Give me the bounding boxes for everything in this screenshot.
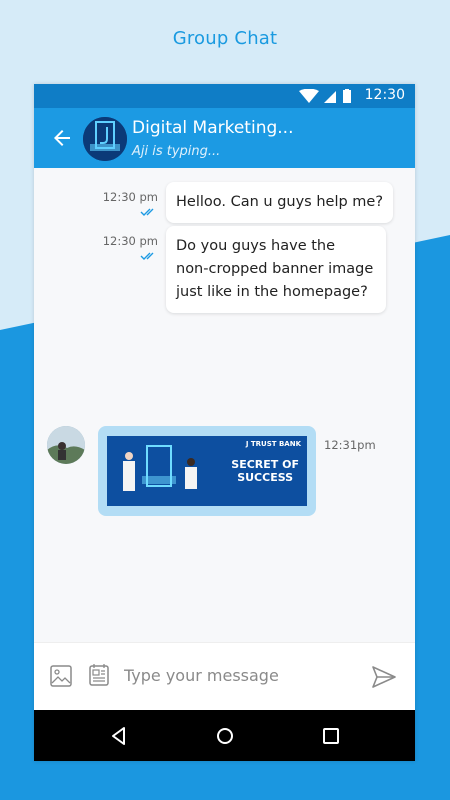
message-bubble[interactable]: Do you guys have the non-cropped banner … bbox=[166, 226, 386, 313]
banner-brand: J TRUST BANK bbox=[245, 440, 301, 448]
message-composer bbox=[34, 642, 415, 711]
banner-headline-line: SUCCESS bbox=[237, 471, 294, 484]
message-time: 12:30 pm bbox=[102, 190, 158, 204]
nav-back-icon[interactable] bbox=[107, 724, 131, 748]
message-list[interactable]: 12:30 pm Helloo. Can u guys help me? 12:… bbox=[34, 168, 415, 642]
message-time: 12:30 pm bbox=[102, 234, 158, 248]
chat-title: Digital Marketing... bbox=[132, 118, 294, 138]
signal-battery-icons bbox=[299, 89, 351, 103]
status-bar: 12:30 bbox=[34, 84, 415, 108]
nav-recents-icon[interactable] bbox=[319, 724, 343, 748]
message-text: Helloo. Can u guys help me? bbox=[176, 194, 384, 210]
group-avatar[interactable] bbox=[83, 117, 127, 161]
back-arrow-icon[interactable] bbox=[50, 126, 74, 150]
message-bubble[interactable]: Helloo. Can u guys help me? bbox=[166, 182, 394, 223]
gallery-icon[interactable] bbox=[50, 665, 72, 687]
message-input[interactable] bbox=[122, 665, 346, 686]
banner-headline-line: SECRET OF bbox=[231, 458, 299, 471]
document-icon[interactable] bbox=[88, 663, 110, 687]
sender-avatar[interactable] bbox=[47, 426, 85, 464]
typing-indicator: Aji is typing... bbox=[132, 144, 221, 159]
battery-icon bbox=[343, 90, 351, 103]
read-receipt-icon bbox=[140, 208, 154, 216]
cell-signal-icon bbox=[324, 91, 336, 103]
message-text-line: just like in the homepage? bbox=[176, 284, 368, 300]
send-icon[interactable] bbox=[370, 663, 398, 691]
image-message-bubble[interactable]: J TRUST BANK SECRET OF SUCCESS bbox=[98, 426, 316, 516]
phone-screen: 12:30 Digital Marketing... Aji is typing… bbox=[34, 84, 415, 761]
banner-headline: SECRET OF SUCCESS bbox=[231, 458, 299, 484]
page-heading: Group Chat bbox=[172, 28, 278, 49]
system-navigation-bar bbox=[34, 710, 415, 761]
chat-header: Digital Marketing... Aji is typing... bbox=[34, 108, 415, 168]
message-time: 12:31pm bbox=[324, 438, 376, 452]
shared-banner-image[interactable]: J TRUST BANK SECRET OF SUCCESS bbox=[107, 436, 307, 506]
wifi-icon bbox=[299, 89, 319, 103]
message-text-line: Do you guys have the bbox=[176, 238, 336, 254]
read-receipt-icon bbox=[140, 252, 154, 260]
nav-home-icon[interactable] bbox=[213, 724, 237, 748]
status-time: 12:30 bbox=[364, 87, 405, 103]
message-text-line: non-cropped banner image bbox=[176, 261, 374, 277]
